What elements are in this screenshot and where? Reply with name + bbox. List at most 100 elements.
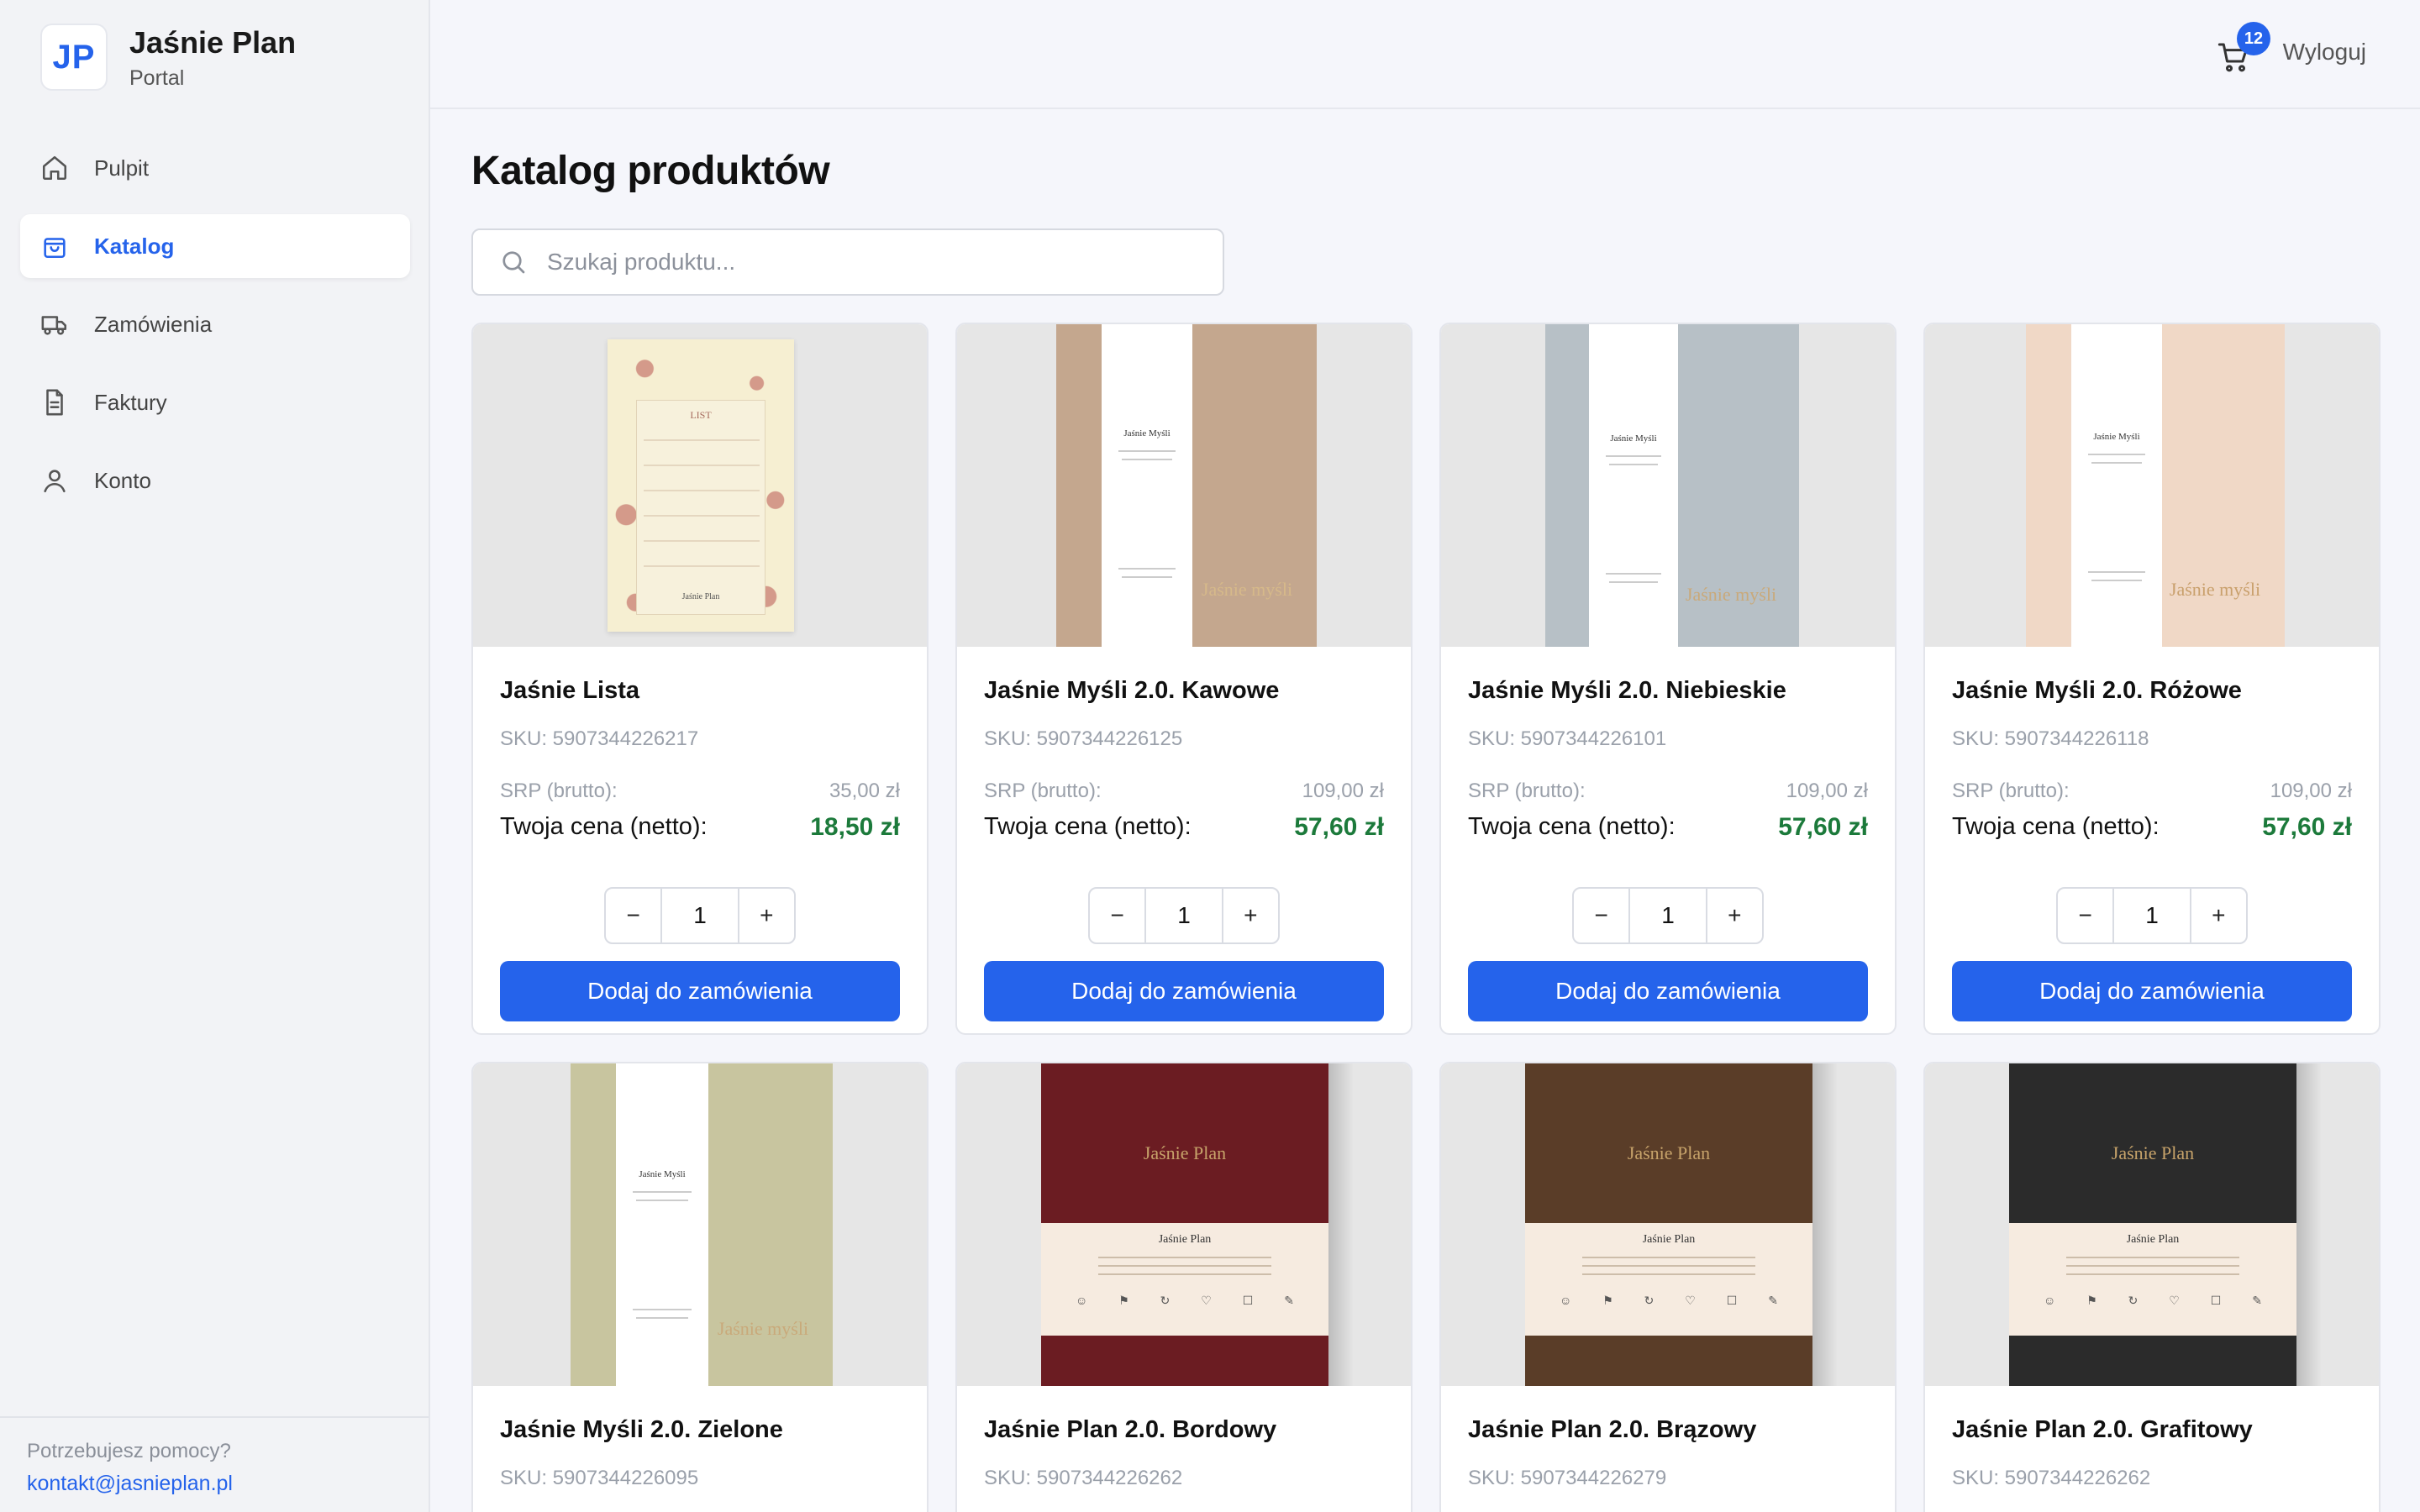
increment-button[interactable]: + (1707, 889, 1762, 942)
product-info: Jaśnie Myśli 2.0. Niebieskie SKU: 590734… (1441, 677, 1895, 1021)
product-name: Jaśnie Myśli 2.0. Niebieskie (1468, 677, 1786, 704)
decrement-button[interactable]: − (1574, 889, 1628, 942)
quantity-input[interactable]: 1 (2112, 889, 2191, 942)
planner-sleeve-title: Jaśnie Plan (2126, 1233, 2180, 1246)
price-label: Twoja cena (netto): (500, 813, 708, 840)
add-to-order-button[interactable]: Dodaj do zamówienia (984, 961, 1384, 1021)
price-value: 57,60 zł (1294, 813, 1384, 841)
product-sku: SKU: 5907344226125 (984, 727, 1183, 750)
quantity-stepper: − 1 + (1572, 887, 1764, 944)
sidebar-item-zamowienia[interactable]: Zamówienia (20, 292, 410, 356)
price-row: Twoja cena (netto): 57,60 zł (1952, 813, 2352, 842)
product-sku: SKU: 5907344226095 (500, 1467, 699, 1489)
srp-value: 109,00 zł (2270, 780, 2352, 802)
page-title: Katalog produktów (471, 149, 830, 193)
sidebar-item-konto[interactable]: Konto (20, 449, 410, 512)
product-card: Jaśnie Myśli Jaśnie myśli Jaśnie Myśli 2… (471, 1062, 929, 1512)
product-info: Jaśnie Plan 2.0. Grafitowy SKU: 59073442… (1925, 1416, 2379, 1490)
shopping-bag-icon (40, 232, 69, 260)
search-icon (502, 251, 525, 274)
product-card: Jaśnie Plan Jaśnie Plan ☺ ⚑ ↻ ♡ ☐ ✎ Jaśnie Pl… (955, 1062, 1413, 1512)
planner-cover-title: Jaśnie Plan (1627, 1142, 1711, 1163)
sidebar-item-label: Faktury (94, 389, 167, 415)
truck-icon (40, 310, 69, 339)
product-sku: SKU: 5907344226279 (1468, 1467, 1667, 1489)
srp-row: SRP (brutto): 109,00 zł (984, 780, 1384, 803)
product-info: Jaśnie Myśli 2.0. Zielone SKU: 590734422… (473, 1416, 927, 1490)
search-input[interactable] (547, 249, 1186, 276)
product-card: Jaśnie Myśli Jaśnie myśli Jaśnie Myśli 2… (1923, 323, 2381, 1035)
price-row: Twoja cena (netto): 18,50 zł (500, 813, 900, 842)
sidebar-item-label: Pulpit (94, 155, 150, 181)
sidebar: JP Jaśnie Plan Portal Pulpit Katalog Zam… (0, 0, 430, 1512)
product-name: Jaśnie Plan 2.0. Brązowy (1468, 1416, 1757, 1443)
home-icon (40, 154, 69, 182)
product-name: Jaśnie Plan 2.0. Bordowy (984, 1416, 1277, 1443)
quantity-stepper: − 1 + (2056, 887, 2248, 944)
product-info: Jaśnie Myśli 2.0. Kawowe SKU: 5907344226… (957, 677, 1411, 1021)
brand-name: Jaśnie Plan (129, 24, 297, 60)
product-image: Jaśnie Myśli Jaśnie myśli (1441, 324, 1895, 647)
myśli-script: Jaśnie myśli (2169, 579, 2261, 600)
quantity-stepper: − 1 + (1088, 887, 1280, 944)
increment-button[interactable]: + (739, 889, 794, 942)
brand[interactable]: JP Jaśnie Plan Portal (40, 24, 296, 91)
product-info: Jaśnie Plan 2.0. Bordowy SKU: 5907344226… (957, 1416, 1411, 1490)
price-value: 18,50 zł (810, 813, 900, 841)
product-card: Jaśnie Plan Jaśnie Plan ☺ ⚑ ↻ ♡ ☐ ✎ Jaśnie Pl… (1439, 1062, 1897, 1512)
price-value: 57,60 zł (1778, 813, 1868, 841)
quantity-input[interactable]: 1 (1144, 889, 1223, 942)
price-value: 57,60 zł (2262, 813, 2352, 841)
product-image: Jaśnie Plan Jaśnie Plan ☺ ⚑ ↻ ♡ ☐ ✎ (1925, 1063, 2379, 1386)
add-to-order-button[interactable]: Dodaj do zamówienia (1952, 961, 2352, 1021)
srp-row: SRP (brutto): 109,00 zł (1952, 780, 2352, 803)
product-sku: SKU: 5907344226217 (500, 727, 699, 750)
product-image: LIST Jaśnie Plan (473, 324, 927, 647)
myśli-label: Jaśnie Myśli (2093, 432, 2140, 442)
decrement-button[interactable]: − (606, 889, 660, 942)
help-email-link[interactable]: kontakt@jasnieplan.pl (27, 1472, 402, 1496)
product-info: Jaśnie Lista SKU: 5907344226217 SRP (bru… (473, 677, 927, 1021)
myśli-script: Jaśnie myśli (1201, 579, 1293, 600)
sidebar-item-faktury[interactable]: Faktury (20, 370, 410, 434)
product-sku: SKU: 5907344226262 (984, 1467, 1183, 1489)
quantity-input[interactable]: 1 (1628, 889, 1707, 942)
brand-subtitle: Portal (129, 66, 185, 90)
product-name: Jaśnie Myśli 2.0. Zielone (500, 1416, 783, 1443)
product-name: Jaśnie Myśli 2.0. Różowe (1952, 677, 2242, 704)
price-label: Twoja cena (netto): (1468, 813, 1676, 840)
sidebar-item-pulpit[interactable]: Pulpit (20, 136, 410, 200)
planner-sleeve-title: Jaśnie Plan (1642, 1233, 1696, 1246)
decrement-button[interactable]: − (1090, 889, 1144, 942)
quantity-stepper: − 1 + (604, 887, 796, 944)
sidebar-nav: Pulpit Katalog Zamówienia Faktury Konto (20, 136, 410, 527)
product-info: Jaśnie Myśli 2.0. Różowe SKU: 5907344226… (1925, 677, 2379, 1021)
price-row: Twoja cena (netto): 57,60 zł (984, 813, 1384, 842)
cart-button[interactable]: 12 (2217, 22, 2270, 76)
sidebar-item-katalog[interactable]: Katalog (20, 214, 410, 278)
product-image: Jaśnie Myśli Jaśnie myśli (1925, 324, 2379, 647)
add-to-order-button[interactable]: Dodaj do zamówienia (1468, 961, 1868, 1021)
srp-label: SRP (brutto): (1952, 780, 2070, 802)
product-sku: SKU: 5907344226101 (1468, 727, 1667, 750)
increment-button[interactable]: + (2191, 889, 2246, 942)
brand-text: Jaśnie Plan Portal (129, 24, 296, 91)
add-to-order-button[interactable]: Dodaj do zamówienia (500, 961, 900, 1021)
myśli-label: Jaśnie Myśli (1610, 433, 1657, 444)
quantity-input[interactable]: 1 (660, 889, 739, 942)
decrement-button[interactable]: − (2058, 889, 2112, 942)
product-card: LIST Jaśnie Plan Jaśnie Lista SKU: 59073… (471, 323, 929, 1035)
planner-cover-title: Jaśnie Plan (2111, 1142, 2195, 1163)
document-icon (40, 388, 69, 417)
product-sku: SKU: 5907344226262 (1952, 1467, 2151, 1489)
help-section: Potrzebujesz pomocy? kontakt@jasnieplan.… (0, 1416, 429, 1512)
srp-value: 109,00 zł (1786, 780, 1868, 802)
price-label: Twoja cena (netto): (1952, 813, 2160, 840)
increment-button[interactable]: + (1223, 889, 1278, 942)
product-image: Jaśnie Myśli Jaśnie myśli (473, 1063, 927, 1386)
product-image: Jaśnie Plan Jaśnie Plan ☺ ⚑ ↻ ♡ ☐ ✎ (957, 1063, 1411, 1386)
srp-value: 109,00 zł (1302, 780, 1384, 802)
product-card: Jaśnie Plan Jaśnie Plan ☺ ⚑ ↻ ♡ ☐ ✎ Jaśnie Pl… (1923, 1062, 2381, 1512)
product-name: Jaśnie Myśli 2.0. Kawowe (984, 677, 1280, 704)
logout-button[interactable]: Wyloguj (2283, 39, 2366, 66)
